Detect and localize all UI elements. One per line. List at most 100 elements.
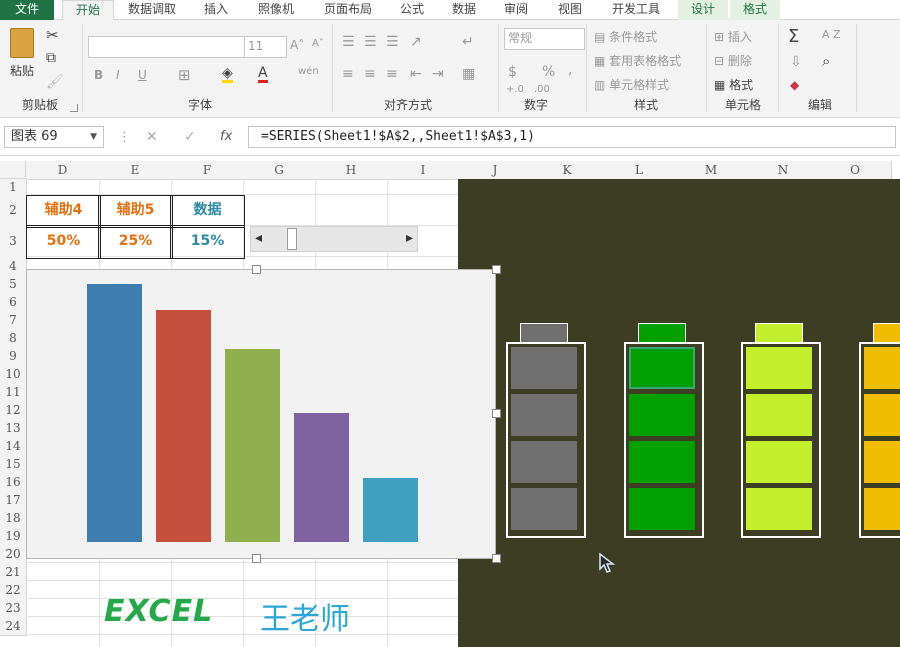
- row-header-17[interactable]: 17: [0, 491, 27, 510]
- bar-5[interactable]: [363, 477, 418, 542]
- indent-icon[interactable]: ⇤: [410, 66, 422, 82]
- name-box[interactable]: 图表 69 ▼: [4, 126, 104, 148]
- orientation-icon[interactable]: ↗: [410, 34, 422, 50]
- column-header-o[interactable]: O: [819, 161, 892, 180]
- font-name-box[interactable]: [88, 36, 245, 58]
- tab-home[interactable]: 开始: [62, 0, 114, 22]
- align-right-icon[interactable]: ≡: [386, 66, 398, 82]
- column-header-h[interactable]: H: [315, 161, 388, 180]
- row-header-6[interactable]: 6: [0, 293, 27, 312]
- format-cells-button[interactable]: ▦ 格式: [714, 76, 753, 93]
- row-header-19[interactable]: 19: [0, 527, 27, 546]
- tab-view[interactable]: 视图: [548, 0, 592, 20]
- row-header-22[interactable]: 22: [0, 581, 27, 600]
- insert-cells-button[interactable]: ⊞ 插入: [714, 28, 752, 45]
- scroll-thumb[interactable]: [287, 228, 298, 250]
- italic-button[interactable]: I: [116, 68, 120, 82]
- column-header-i[interactable]: I: [387, 161, 460, 180]
- column-header-f[interactable]: F: [171, 161, 244, 180]
- bar-3[interactable]: [225, 348, 280, 542]
- battery-4[interactable]: [859, 342, 900, 538]
- row-header-15[interactable]: 15: [0, 455, 27, 474]
- bar-chart[interactable]: [26, 269, 496, 559]
- resize-handle-top[interactable]: [252, 265, 261, 274]
- resize-handle-top-right[interactable]: [492, 265, 501, 274]
- row-header-4[interactable]: 4: [0, 257, 27, 276]
- scroll-right-arrow-icon[interactable]: ▸: [406, 230, 413, 246]
- clear-icon[interactable]: ◆: [790, 78, 799, 92]
- cancel-icon[interactable]: ✕: [146, 129, 158, 145]
- tab-camera[interactable]: 照像机: [250, 0, 302, 20]
- cut-icon[interactable]: ✂: [46, 26, 59, 44]
- conditional-format-button[interactable]: ▤ 条件格式: [594, 28, 657, 45]
- column-header-l[interactable]: L: [603, 161, 676, 180]
- table-value-aux4[interactable]: 50%: [26, 225, 101, 259]
- column-header-e[interactable]: E: [99, 161, 172, 180]
- fill-icon[interactable]: ⇩: [790, 54, 802, 70]
- tab-insert[interactable]: 插入: [194, 0, 238, 20]
- chevron-down-icon[interactable]: ▼: [90, 127, 97, 147]
- tab-page-layout[interactable]: 页面布局: [316, 0, 380, 20]
- tab-file[interactable]: 文件: [0, 0, 54, 20]
- enter-icon[interactable]: ✓: [184, 129, 196, 145]
- battery-3[interactable]: [741, 342, 821, 538]
- row-header-10[interactable]: 10: [0, 365, 27, 384]
- row-header-12[interactable]: 12: [0, 401, 27, 420]
- merge-center-icon[interactable]: ▦: [462, 66, 475, 82]
- table-value-aux5[interactable]: 25%: [98, 225, 173, 259]
- column-header-d[interactable]: D: [26, 161, 100, 180]
- row-header-2[interactable]: 2: [0, 195, 27, 227]
- dialog-launcher-icon[interactable]: [70, 104, 78, 112]
- row-header-8[interactable]: 8: [0, 329, 27, 348]
- row-header-13[interactable]: 13: [0, 419, 27, 438]
- font-size-box[interactable]: 11: [244, 36, 287, 58]
- row-header-21[interactable]: 21: [0, 563, 27, 582]
- row-header-20[interactable]: 20: [0, 545, 27, 564]
- paste-icon[interactable]: [10, 28, 34, 58]
- currency-icon[interactable]: $: [508, 64, 517, 80]
- tab-formulas[interactable]: 公式: [390, 0, 434, 20]
- scroll-left-arrow-icon[interactable]: ◂: [255, 230, 262, 246]
- align-left-icon[interactable]: ≡: [342, 66, 354, 82]
- increase-decimal-icon[interactable]: +.0: [506, 84, 524, 95]
- row-header-9[interactable]: 9: [0, 347, 27, 366]
- battery-2[interactable]: [624, 342, 704, 538]
- tab-review[interactable]: 审阅: [496, 0, 536, 20]
- resize-handle-bottom[interactable]: [252, 554, 261, 563]
- number-format-select[interactable]: 常规: [504, 28, 585, 50]
- battery-1[interactable]: [506, 342, 586, 538]
- align-bottom-icon[interactable]: ☰: [386, 34, 399, 50]
- select-all-corner[interactable]: [0, 161, 26, 179]
- tab-data[interactable]: 数据: [444, 0, 484, 20]
- column-header-j[interactable]: J: [459, 161, 532, 180]
- font-shrink-button[interactable]: A˅: [312, 38, 324, 49]
- column-header-n[interactable]: N: [747, 161, 820, 180]
- align-top-icon[interactable]: ☰: [342, 34, 355, 50]
- outdent-icon[interactable]: ⇥: [432, 66, 444, 82]
- find-select-button[interactable]: ⌕: [822, 52, 830, 70]
- row-header-18[interactable]: 18: [0, 509, 27, 528]
- percent-button[interactable]: %: [542, 64, 555, 80]
- sort-filter-button[interactable]: A Z: [822, 28, 841, 41]
- format-as-table-button[interactable]: ▦ 套用表格格式: [594, 52, 681, 69]
- bar-1[interactable]: [87, 284, 142, 542]
- column-header-m[interactable]: M: [675, 161, 748, 180]
- font-grow-button[interactable]: A˄: [290, 38, 304, 52]
- tab-developer[interactable]: 开发工具: [604, 0, 668, 20]
- resize-handle-bottom-right[interactable]: [492, 554, 501, 563]
- table-header-aux4[interactable]: 辅助4: [26, 195, 101, 228]
- decrease-decimal-icon[interactable]: .00: [534, 84, 550, 95]
- insert-function-icon[interactable]: fx: [220, 129, 232, 144]
- cell-styles-button[interactable]: ▥ 单元格样式: [594, 76, 669, 93]
- row-header-23[interactable]: 23: [0, 599, 27, 618]
- resize-handle-right[interactable]: [492, 409, 501, 418]
- phonetic-button[interactable]: wén: [298, 66, 319, 77]
- column-header-k[interactable]: K: [531, 161, 604, 180]
- tab-design[interactable]: 设计: [678, 0, 728, 20]
- align-center-icon[interactable]: ≡: [364, 66, 376, 82]
- row-header-24[interactable]: 24: [0, 617, 27, 636]
- table-header-data[interactable]: 数据: [170, 195, 245, 228]
- align-middle-icon[interactable]: ☰: [364, 34, 377, 50]
- row-header-11[interactable]: 11: [0, 383, 27, 402]
- copy-icon[interactable]: ⧉: [46, 50, 56, 66]
